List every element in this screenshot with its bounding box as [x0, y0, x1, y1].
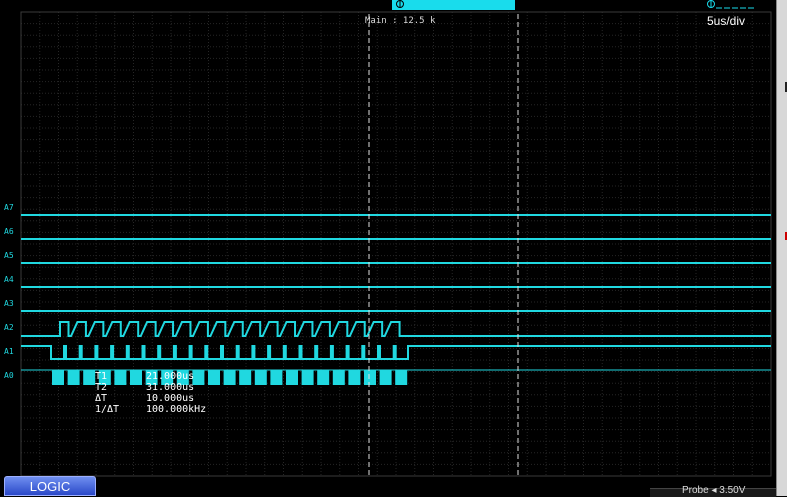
trace-a0-block: [286, 370, 298, 385]
trace-a0-block: [192, 370, 205, 385]
position-bar[interactable]: [392, 0, 515, 10]
channel-label-a5: A5: [4, 251, 14, 260]
trace-a0-block: [301, 370, 314, 385]
trace-a0-block: [67, 370, 80, 385]
trace-a0-block: [364, 370, 376, 385]
measure-value-t2: 31.000us: [146, 382, 194, 393]
timebase-label: 5us/div: [707, 14, 745, 28]
channel-label-a2: A2: [4, 323, 14, 332]
trace-a0-block: [395, 370, 408, 385]
trace-a0-block: [52, 370, 64, 385]
measure-value-freq: 100.000kHz: [146, 404, 206, 415]
trace-a0-block: [379, 370, 392, 385]
logic-tab[interactable]: LOGIC: [4, 476, 96, 496]
channel-label-a0: A0: [4, 371, 14, 380]
measure-value-dt: 10.000us: [146, 393, 194, 404]
channel-label-a3: A3: [4, 299, 14, 308]
trace-a0-block: [270, 370, 283, 385]
measure-label-t2: T2: [95, 382, 107, 393]
measure-value-t1: 21.000us: [146, 371, 194, 382]
trace-a0-block: [317, 370, 330, 385]
channel-label-a6: A6: [4, 227, 14, 236]
right-panel-edge: [776, 0, 787, 496]
trace-a0-block: [348, 370, 361, 385]
trace-a0-block: [208, 370, 220, 385]
trace-a0-block: [332, 370, 345, 385]
trace-a0-block: [130, 370, 142, 385]
channel-label-a1: A1: [4, 347, 14, 356]
zoom-label: Main : 12.5 k: [365, 16, 436, 26]
channel-label-a4: A4: [4, 275, 14, 284]
probe-status-label: Probe ◂ 3.50V: [682, 485, 746, 496]
trace-a0-block: [83, 370, 96, 385]
measure-label-dt: ΔT: [95, 393, 107, 404]
measure-label-freq: 1/ΔT: [95, 404, 119, 415]
trace-a0-block: [239, 370, 252, 385]
measure-label-t1: T1: [95, 371, 107, 382]
logic-analyzer-display: A7 A6 A5 A4 A3 A2 A1 A0 Main : 12.5 k 5us/div T…: [0, 0, 787, 496]
trace-a0-block: [254, 370, 267, 385]
channel-label-a7: A7: [4, 203, 14, 212]
trace-a0-block: [223, 370, 236, 385]
trace-a0-block: [114, 370, 127, 385]
